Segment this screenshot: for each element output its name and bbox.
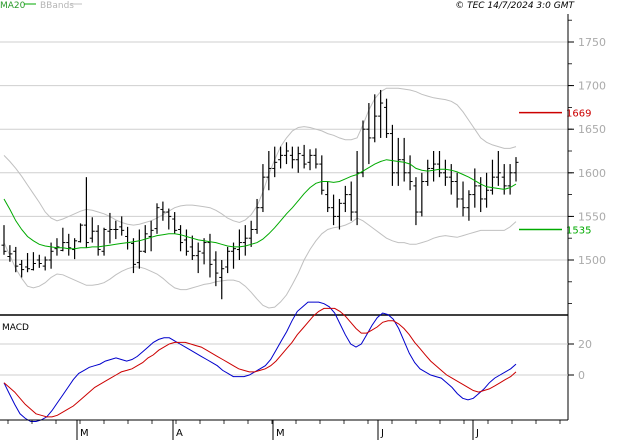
price-bar: [195, 242, 201, 274]
macd-lines: [3, 301, 517, 422]
month-axis: MAMJJ: [7, 420, 561, 440]
bbands-lines: [3, 87, 517, 309]
price-bar: [42, 256, 48, 271]
price-bar: [389, 124, 395, 186]
price-bar: [472, 168, 478, 208]
legend-bbands: BBands: [40, 1, 74, 11]
price-bar: [213, 251, 219, 287]
macd-axis-ticks: 20 0: [568, 338, 592, 382]
price-bar: [83, 177, 89, 248]
price-bar: [325, 181, 331, 213]
price-bar: [136, 229, 142, 269]
macd-tick-label: 0: [578, 369, 585, 382]
price-bar: [366, 103, 372, 165]
price-bar: [125, 226, 131, 250]
price-grid: [0, 41, 568, 261]
y-tick-label: 1600: [578, 167, 606, 180]
price-bar: [513, 157, 519, 182]
chart-stage: MA20 BBands © TEC 14/7/2024 3:0 GMT 1750…: [0, 0, 627, 440]
y-tick-label: 1750: [578, 36, 606, 49]
macd-title: MACD: [2, 323, 29, 333]
y-tick-label: 1500: [578, 254, 606, 267]
price-bar: [348, 181, 354, 221]
price-bar: [189, 235, 195, 260]
price-bar: [354, 151, 360, 226]
price-bar: [242, 225, 248, 256]
level-label: 1669: [566, 109, 591, 120]
price-bar: [448, 164, 454, 195]
price-bar: [401, 137, 407, 182]
price-axis-ticks: 1750 1700 1650 1600 1550 1500: [568, 19, 606, 305]
month-label: J: [380, 428, 384, 439]
copyright-text: © TEC 14/7/2024 3:0 GMT: [455, 1, 575, 11]
price-bar: [160, 201, 166, 221]
price-bar: [178, 225, 184, 252]
stock-chart: MA20 BBands © TEC 14/7/2024 3:0 GMT 1750…: [0, 1, 606, 440]
macd-grid: [0, 343, 568, 376]
month-label: J: [475, 428, 479, 439]
price-bar: [460, 181, 466, 217]
y-tick-label: 1650: [578, 123, 606, 136]
price-bar: [36, 254, 42, 268]
price-bar: [431, 151, 437, 182]
price-bar: [54, 238, 60, 256]
price-bar: [119, 216, 125, 236]
level-label: 1535: [566, 225, 591, 236]
price-bar: [489, 159, 495, 195]
price-bar: [66, 233, 72, 256]
y-tick-label: 1550: [578, 210, 606, 223]
price-bar: [101, 227, 107, 256]
price-bar: [319, 155, 325, 195]
month-label: M: [276, 428, 285, 439]
price-bar: [419, 172, 425, 217]
price-bar: [248, 220, 254, 247]
price-bar: [301, 144, 307, 169]
macd-line: [3, 301, 517, 422]
price-bar: [495, 151, 501, 186]
price-bar: [113, 220, 119, 240]
price-bar: [507, 164, 513, 195]
price-bar: [25, 253, 31, 273]
price-bar: [183, 229, 189, 256]
price-bar: [313, 148, 319, 169]
price-bar: [166, 208, 172, 230]
price-candles: [1, 89, 519, 300]
price-bar: [289, 146, 295, 169]
price-bar: [384, 98, 390, 138]
signal-line: [3, 307, 517, 418]
price-bar: [219, 260, 225, 300]
legend-ma20: MA20: [0, 1, 26, 11]
price-bar: [236, 229, 242, 260]
price-bar: [30, 252, 36, 271]
price-bar: [283, 142, 289, 165]
month-label: M: [80, 428, 89, 439]
price-bar: [89, 217, 95, 243]
price-bar: [307, 149, 313, 171]
price-bar: [95, 225, 101, 256]
price-bar: [295, 146, 301, 173]
price-bar: [454, 172, 460, 208]
price-bar: [342, 185, 348, 213]
macd-tick-label: 20: [578, 338, 592, 351]
price-bar: [378, 89, 384, 138]
month-label: A: [176, 428, 183, 439]
y-tick-label: 1700: [578, 80, 606, 93]
price-bar: [336, 198, 342, 230]
price-bar: [78, 223, 84, 243]
price-bar: [331, 194, 337, 226]
price-bar: [207, 233, 213, 278]
price-bar: [413, 177, 419, 226]
price-bar: [501, 164, 507, 195]
price-bar: [478, 177, 484, 213]
price-bar: [148, 220, 154, 252]
price-bar: [1, 225, 7, 255]
price-bar: [172, 212, 178, 234]
price-bar: [484, 172, 490, 208]
